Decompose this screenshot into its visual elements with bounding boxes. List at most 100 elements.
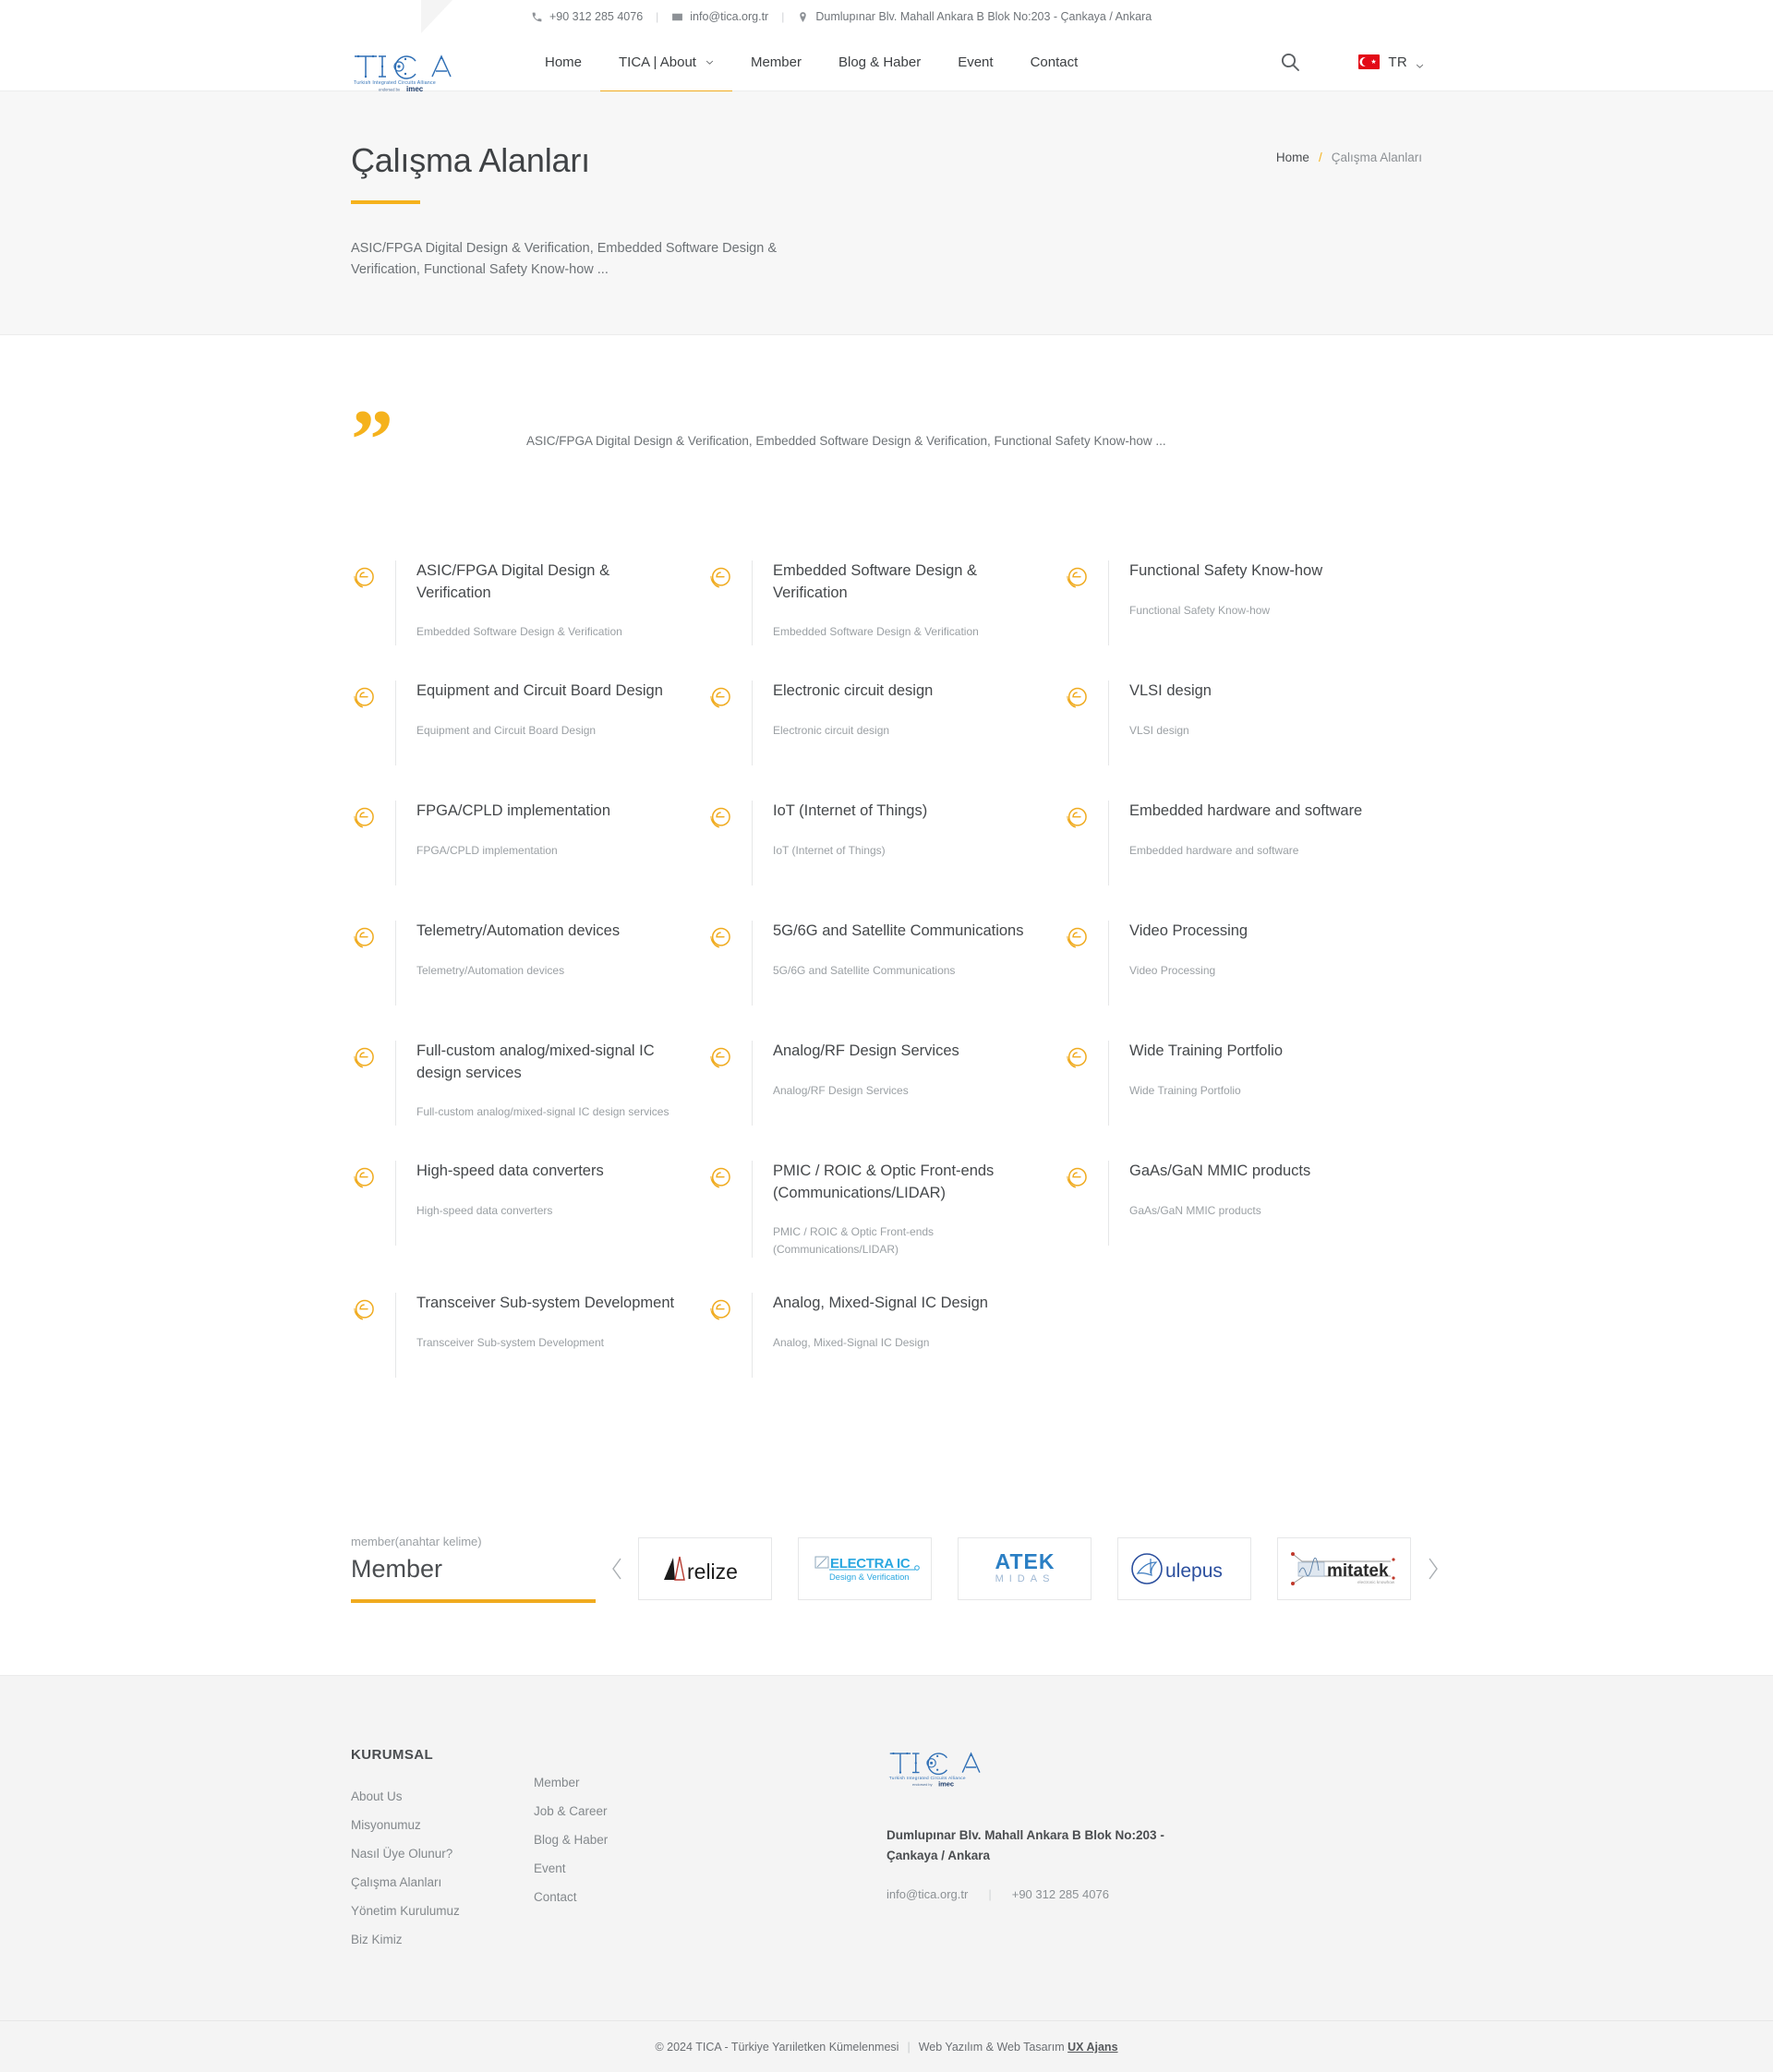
topbar-left-fill xyxy=(0,0,452,33)
topbar-email[interactable]: info@tica.org.tr xyxy=(671,10,768,23)
footer-link[interactable]: Yönetim Kurulumuz xyxy=(351,1904,534,1918)
topbar-divider-2: | xyxy=(781,10,785,23)
service-card[interactable]: High-speed data converters High-speed dat… xyxy=(351,1161,707,1293)
nav-item-blog-haber-label: Blog & Haber xyxy=(838,54,922,70)
service-title: Transceiver Sub-system Development xyxy=(416,1295,675,1312)
service-card-body: Electronic circuit design Electronic circ… xyxy=(752,681,1043,766)
member-title: Member xyxy=(351,1555,443,1584)
footer-grid: KURUMSAL About Us Misyonumuz Nasıl Üye Olu… xyxy=(351,1747,1422,1961)
service-subtitle: Video Processing xyxy=(1129,963,1216,977)
service-card-body: Transceiver Sub-system Development Transc… xyxy=(395,1293,687,1379)
service-card[interactable]: VLSI design VLSI design xyxy=(1064,681,1420,801)
service-card[interactable]: FPGA/CPLD implementation FPGA/CPLD implem… xyxy=(351,801,707,921)
service-swirl-icon xyxy=(707,1041,752,1071)
service-card[interactable]: IoT (Internet of Things) IoT (Internet of… xyxy=(707,801,1064,921)
topbar-angle-shape xyxy=(421,0,452,33)
member-logo-atek-midas[interactable]: ATEK MIDAS xyxy=(958,1537,1092,1601)
svg-text:ATEK: ATEK xyxy=(995,1549,1055,1573)
service-swirl-icon xyxy=(1064,681,1108,711)
nav-item-member[interactable]: Member xyxy=(732,33,820,91)
svg-text:Design & Verification: Design & Verification xyxy=(829,1572,910,1582)
service-title: Analog, Mixed-Signal IC Design xyxy=(773,1295,988,1312)
footer-contact-row: info@tica.org.tr | +90 312 285 4076 xyxy=(886,1887,1422,1901)
nav-item-tica-about[interactable]: TICA | About xyxy=(600,33,732,92)
breadcrumb-home-link[interactable]: Home xyxy=(1276,151,1309,164)
footer-link[interactable]: Contact xyxy=(534,1890,838,1904)
footer-logo[interactable]: Turkish Integrated Circuits Alliance end… xyxy=(886,1747,1422,1792)
service-swirl-icon xyxy=(351,1161,395,1191)
svg-text:ulepus: ulepus xyxy=(1165,1560,1223,1582)
service-swirl-icon xyxy=(707,801,752,831)
service-card[interactable]: Analog/RF Design Services Analog/RF Desig… xyxy=(707,1041,1064,1161)
member-logo-relize[interactable]: relize xyxy=(638,1537,772,1601)
quote-mark-icon: ” xyxy=(351,392,393,488)
service-card[interactable]: Equipment and Circuit Board Design Equipm… xyxy=(351,681,707,801)
nav-item-tica-about-label: TICA | About xyxy=(619,54,696,70)
footer-link[interactable]: Nasıl Üye Olunur? xyxy=(351,1847,534,1861)
service-card[interactable]: Embedded Software Design & Verification E… xyxy=(707,560,1064,681)
nav-item-contact[interactable]: Contact xyxy=(1012,33,1097,91)
service-card[interactable]: Wide Training Portfolio Wide Training Por… xyxy=(1064,1041,1420,1161)
topbar-address[interactable]: Dumlupınar Blv. Mahall Ankara B Blok No:… xyxy=(797,10,1152,23)
service-card[interactable]: Electronic circuit design Electronic circ… xyxy=(707,681,1064,801)
member-logo-ulepus[interactable]: ulepus xyxy=(1117,1537,1251,1601)
footer-email-link[interactable]: info@tica.org.tr xyxy=(886,1887,968,1901)
footer-link[interactable]: Biz Kimiz xyxy=(351,1933,534,1946)
service-card[interactable]: Video Processing Video Processing xyxy=(1064,921,1420,1041)
chevron-down-icon xyxy=(706,58,714,66)
footer-link[interactable]: About Us xyxy=(351,1789,534,1803)
page-root: +90 312 285 4076 | info@tica.org.tr | Du… xyxy=(0,0,1773,2072)
service-card-body: Analog, Mixed-Signal IC Design Analog, Mi… xyxy=(752,1293,1043,1379)
footer-link[interactable]: Job & Career xyxy=(534,1804,838,1818)
page-title: Çalışma Alanları xyxy=(351,141,590,179)
member-logo-electra-ic[interactable]: ELECTRA IC Design & Verification xyxy=(798,1537,932,1601)
topbar-divider-1: | xyxy=(656,10,659,23)
quote-section: ” ASIC/FPGA Digital Design & Verificatio… xyxy=(351,335,1422,488)
service-subtitle: IoT (Internet of Things) xyxy=(773,843,886,857)
footer-link[interactable]: Misyonumuz xyxy=(351,1818,534,1832)
site-logo[interactable]: Turkish Integrated Circuits Alliance end… xyxy=(351,50,464,92)
nav-item-blog-haber[interactable]: Blog & Haber xyxy=(820,33,939,91)
service-subtitle: Wide Training Portfolio xyxy=(1129,1083,1241,1097)
footer-link[interactable]: Member xyxy=(534,1776,838,1789)
footer-column-links: Member Job & Career Blog & Haber Event Conta… xyxy=(534,1747,838,1961)
service-swirl-icon xyxy=(351,801,395,831)
service-card[interactable]: Embedded hardware and software Embedded h… xyxy=(1064,801,1420,921)
copyright-bar: © 2024 TICA - Türkiye Yarıiletken Kümele… xyxy=(0,2020,1773,2072)
service-title: High-speed data converters xyxy=(416,1162,604,1180)
footer-phone-link[interactable]: +90 312 285 4076 xyxy=(1012,1887,1109,1901)
svg-text:electronic knowhow: electronic knowhow xyxy=(1357,1580,1395,1584)
language-selector[interactable]: ★ TR xyxy=(1358,54,1424,70)
service-card[interactable]: Telemetry/Automation devices Telemetry/Au… xyxy=(351,921,707,1041)
service-card[interactable]: PMIC / ROIC & Optic Front-ends (Communic… xyxy=(707,1161,1064,1293)
member-logo-mitatek[interactable]: mitatek electronic knowhow xyxy=(1277,1537,1411,1601)
service-subtitle: VLSI design xyxy=(1129,723,1189,737)
service-title: PMIC / ROIC & Optic Front-ends (Communic… xyxy=(773,1162,995,1201)
service-card[interactable]: ASIC/FPGA Digital Design & Verification E… xyxy=(351,560,707,681)
service-subtitle: Embedded hardware and software xyxy=(1129,843,1299,857)
footer-link[interactable]: Blog & Haber xyxy=(534,1833,838,1847)
service-card-body: FPGA/CPLD implementation FPGA/CPLD implem… xyxy=(395,801,687,886)
nav-item-event[interactable]: Event xyxy=(939,33,1011,91)
service-card-body: Embedded Software Design & Verification E… xyxy=(752,560,1043,646)
service-title: Embedded hardware and software xyxy=(1129,802,1363,820)
search-icon[interactable] xyxy=(1279,51,1301,73)
topbar-phone[interactable]: +90 312 285 4076 xyxy=(531,10,643,23)
footer-link[interactable]: Event xyxy=(534,1861,838,1875)
carousel-next-button[interactable] xyxy=(1411,1557,1453,1581)
service-card[interactable]: 5G/6G and Satellite Communications 5G/6G … xyxy=(707,921,1064,1041)
svg-text:ELECTRA IC: ELECTRA IC xyxy=(830,1556,911,1572)
member-underline-rule xyxy=(351,1599,596,1604)
page-header-container: Çalışma Alanları ASIC/FPGA Digital Desig… xyxy=(351,141,1422,281)
copyright-agency-link[interactable]: UX Ajans xyxy=(1067,2041,1117,2054)
footer-link[interactable]: Çalışma Alanları xyxy=(351,1875,534,1889)
service-card[interactable]: Analog, Mixed-Signal IC Design Analog, Mi… xyxy=(707,1293,1064,1413)
nav-item-home[interactable]: Home xyxy=(526,33,600,91)
service-card[interactable]: Transceiver Sub-system Development Transc… xyxy=(351,1293,707,1413)
service-card[interactable]: Full-custom analog/mixed-signal IC desig… xyxy=(351,1041,707,1161)
svg-text:Turkish Integrated Circuits Al: Turkish Integrated Circuits Alliance xyxy=(889,1776,966,1781)
carousel-prev-button[interactable] xyxy=(596,1557,638,1581)
service-card[interactable]: Functional Safety Know-how Functional Saf… xyxy=(1064,560,1420,681)
service-subtitle: Embedded Software Design & Verification xyxy=(773,624,979,638)
service-card[interactable]: GaAs/GaN MMIC products GaAs/GaN MMIC prod… xyxy=(1064,1161,1420,1293)
